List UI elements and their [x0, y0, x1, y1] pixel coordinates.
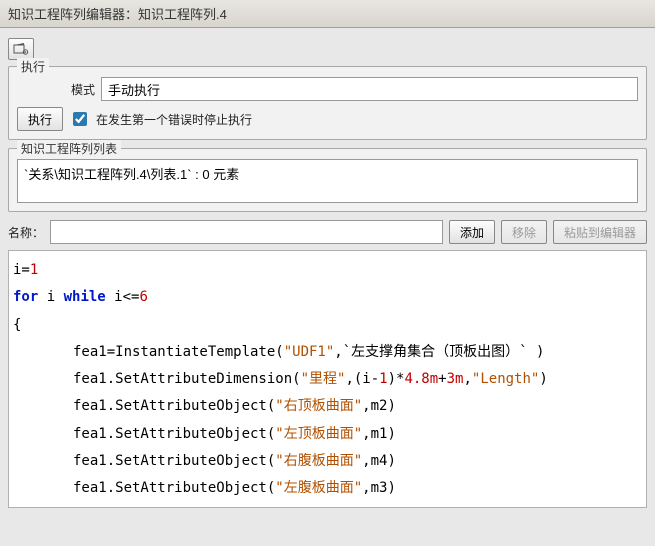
settings-button[interactable]	[8, 38, 34, 60]
window-title: 知识工程阵列编辑器：知识工程阵列.4	[8, 7, 227, 22]
mode-label: 模式	[71, 81, 95, 98]
list-group-legend: 知识工程阵列列表	[17, 140, 121, 157]
add-button[interactable]: 添加	[449, 220, 495, 244]
execute-button[interactable]: 执行	[17, 107, 63, 131]
remove-button: 移除	[501, 220, 547, 244]
list-item[interactable]: `关系\知识工程阵列.4\列表.1` : 0 元素	[24, 164, 631, 183]
name-input[interactable]	[50, 220, 443, 244]
toolbar	[8, 34, 647, 66]
paste-button: 粘贴到编辑器	[553, 220, 647, 244]
exec-group: 执行 模式 执行 在发生第一个错误时停止执行	[8, 66, 647, 140]
name-label: 名称：	[8, 224, 44, 241]
mode-input[interactable]	[101, 77, 638, 101]
list-group: 知识工程阵列列表 `关系\知识工程阵列.4\列表.1` : 0 元素	[8, 148, 647, 212]
stop-on-error-checkbox[interactable]	[73, 112, 87, 126]
array-listbox[interactable]: `关系\知识工程阵列.4\列表.1` : 0 元素	[17, 159, 638, 203]
code-editor[interactable]: i=1 for i while i<=6 { fea1=InstantiateT…	[8, 250, 647, 508]
name-row: 名称： 添加 移除 粘贴到编辑器	[8, 220, 647, 244]
window-titlebar: 知识工程阵列编辑器：知识工程阵列.4	[0, 0, 655, 28]
clapper-gear-icon	[13, 42, 29, 56]
stop-on-error-label: 在发生第一个错误时停止执行	[96, 111, 252, 128]
exec-group-legend: 执行	[17, 58, 49, 75]
